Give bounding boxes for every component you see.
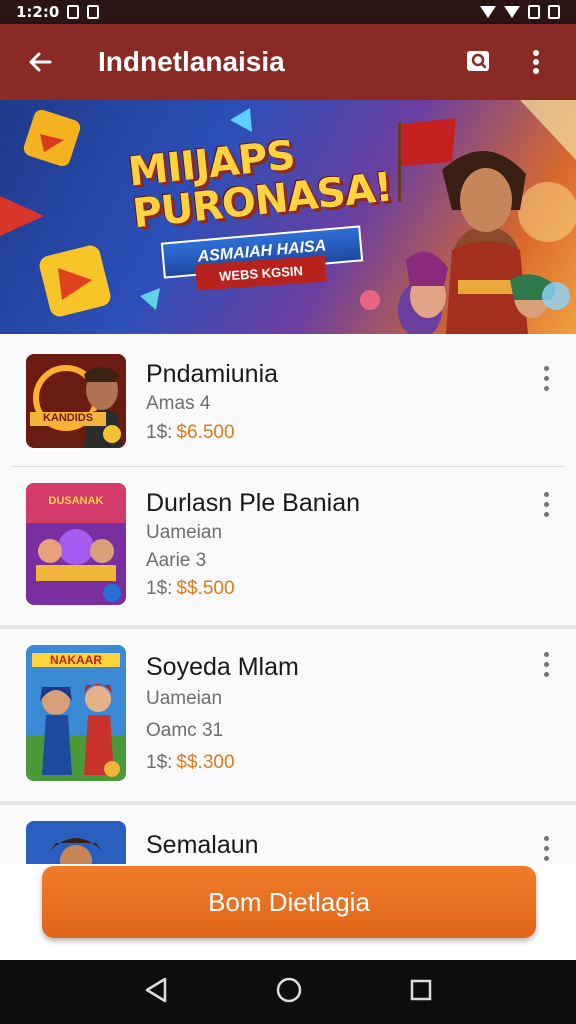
price-value: $$.300 xyxy=(176,752,235,773)
back-nav-icon[interactable] xyxy=(143,976,169,1009)
item-more-icon[interactable] xyxy=(536,489,556,519)
notification-icon xyxy=(67,5,80,19)
app-bar: Indnetlanaisia xyxy=(0,24,576,100)
item-more-icon[interactable] xyxy=(536,833,556,863)
primary-cta-button[interactable]: Bom Dietlagia xyxy=(42,866,536,938)
item-subtitle-2: Aarie 3 xyxy=(146,550,207,571)
list-item[interactable]: DUSANAK Durlasn Ple Banian Uameian Aarie… xyxy=(0,467,576,625)
status-time: 1:2:0 xyxy=(16,3,60,21)
thumbnail-label: KANDIDS xyxy=(42,412,94,424)
item-price-row: 1$: $$.500 xyxy=(146,578,235,600)
search-icon[interactable] xyxy=(456,40,500,84)
price-value: $6.500 xyxy=(176,422,235,443)
list-item[interactable]: NAKAAR Soyeda Mlam Uameian Oamc 31 1$: $$… xyxy=(0,629,576,801)
page-title: Indnetlanaisia xyxy=(98,46,285,77)
item-more-icon[interactable] xyxy=(536,363,556,393)
price-label: 1$: xyxy=(146,752,173,773)
price-label: 1$: xyxy=(146,422,173,443)
status-bar: 1:2:0 xyxy=(0,0,576,24)
game-thumbnail: KANDIDS xyxy=(26,354,126,448)
item-title: Durlasn Ple Banian xyxy=(146,489,361,517)
more-options-icon[interactable] xyxy=(514,40,558,84)
promo-banner[interactable]: MIIJAPS PURONASA! ASMAIAH HAISA WEBS KGS… xyxy=(0,100,576,334)
list-item[interactable]: Semalaun xyxy=(0,805,576,865)
recents-nav-icon[interactable] xyxy=(409,978,433,1007)
sim-icon xyxy=(528,5,540,19)
notification-icon-2 xyxy=(87,5,100,19)
price-value: $$.500 xyxy=(176,578,235,599)
system-nav-bar xyxy=(0,960,576,1024)
item-subtitle: Amas 4 xyxy=(146,393,211,414)
item-subtitle: Uameian xyxy=(146,522,223,543)
game-thumbnail xyxy=(26,821,126,865)
item-price-row: 1$: $6.500 xyxy=(146,422,235,444)
thumbnail-label: NAKAAR xyxy=(32,653,120,667)
item-title: Pndamiunia xyxy=(146,360,279,388)
back-arrow-icon[interactable] xyxy=(18,40,62,84)
item-price-row: 1$: $$.300 xyxy=(146,752,235,774)
price-label: 1$: xyxy=(146,578,173,599)
item-subtitle-2: Oamc 31 xyxy=(146,720,224,741)
game-thumbnail: DUSANAK xyxy=(26,483,126,605)
game-thumbnail: NAKAAR xyxy=(26,645,126,781)
home-nav-icon[interactable] xyxy=(275,976,303,1009)
signal-icon xyxy=(504,6,520,18)
item-title: Soyeda Mlam xyxy=(146,653,299,681)
thumbnail-label: DUSANAK xyxy=(48,495,104,507)
battery-icon xyxy=(548,5,560,19)
wifi-icon xyxy=(480,6,496,18)
list-item[interactable]: KANDIDS Pndamiunia Amas 4 1$: $6.500 xyxy=(0,334,576,466)
item-more-icon[interactable] xyxy=(536,649,556,679)
item-subtitle: Uameian xyxy=(146,688,223,709)
item-title: Semalaun xyxy=(146,831,259,859)
